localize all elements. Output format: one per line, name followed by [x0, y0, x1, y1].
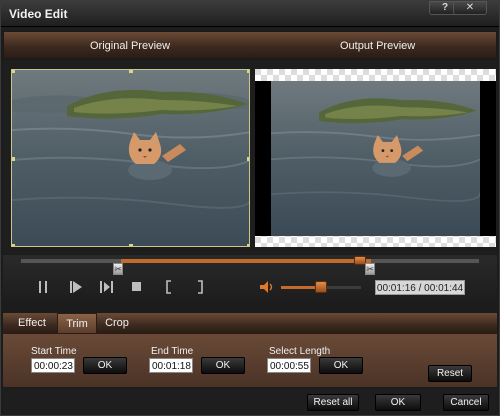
reset-all-button[interactable]: Reset all — [307, 394, 359, 411]
letterbox-bar — [480, 81, 496, 236]
tab-trim[interactable]: Trim — [57, 313, 97, 333]
output-preview-label: Output Preview — [340, 40, 416, 52]
end-time-ok-button[interactable]: OK — [201, 357, 245, 374]
start-time-field[interactable]: 00:00:23 — [31, 358, 75, 373]
trim-end-marker[interactable]: ✂ — [365, 263, 375, 275]
output-video-frame — [271, 81, 480, 236]
close-button[interactable]: ✕ — [453, 1, 487, 15]
trim-start-marker[interactable]: ✂ — [113, 263, 123, 275]
start-time-ok-button[interactable]: OK — [83, 357, 127, 374]
timeline-panel: ✂ ✂ 00:01:16 / 00:01:44 — [3, 255, 497, 305]
ok-button[interactable]: OK — [375, 394, 421, 411]
crop-handle[interactable] — [247, 244, 249, 246]
select-length-ok-button[interactable]: OK — [319, 357, 363, 374]
reset-button[interactable]: Reset — [428, 365, 472, 382]
volume-icon[interactable] — [259, 280, 275, 294]
original-preview-label: Original Preview — [90, 40, 171, 52]
letterbox-bar — [255, 81, 271, 236]
title-bar: Video Edit ? ✕ — [1, 1, 499, 27]
crop-handle[interactable] — [12, 244, 15, 246]
crop-handle[interactable] — [247, 157, 249, 161]
crop-handle[interactable] — [129, 70, 133, 73]
tab-crop[interactable]: Crop — [103, 313, 131, 333]
trim-panel: Start Time 00:00:23 OK End Time 00:01:18… — [3, 333, 497, 387]
crop-handle[interactable] — [12, 70, 15, 73]
stop-icon[interactable] — [131, 280, 143, 294]
footer-bar: Reset all OK Cancel — [3, 389, 497, 415]
tab-effect[interactable]: Effect — [17, 313, 47, 333]
preview-header: Original Preview Output Preview — [3, 31, 497, 59]
original-preview-pane[interactable] — [11, 69, 250, 247]
window-title: Video Edit — [9, 7, 68, 21]
right-bracket-icon[interactable] — [196, 280, 204, 294]
trim-selection — [121, 259, 371, 263]
play-icon[interactable] — [69, 280, 83, 294]
start-time-label: Start Time — [31, 346, 77, 357]
end-time-label: End Time — [151, 346, 194, 357]
next-frame-icon[interactable] — [99, 280, 115, 294]
preview-area — [3, 61, 497, 254]
end-time-field[interactable]: 00:01:18 — [149, 358, 193, 373]
crop-handle[interactable] — [12, 157, 15, 161]
select-length-label: Select Length — [269, 346, 331, 357]
original-video-frame — [12, 70, 249, 246]
output-preview-pane — [255, 69, 496, 247]
time-display: 00:01:16 / 00:01:44 — [375, 280, 465, 295]
volume-slider[interactable] — [315, 281, 327, 293]
edit-tabs: Effect Trim Crop — [3, 313, 497, 333]
video-edit-window: Video Edit ? ✕ Original Preview Output P… — [0, 0, 500, 416]
crop-handle[interactable] — [129, 244, 133, 246]
cancel-button[interactable]: Cancel — [443, 394, 489, 411]
timeline-track[interactable] — [21, 259, 479, 263]
crop-handle[interactable] — [247, 70, 249, 73]
select-length-field[interactable]: 00:00:55 — [267, 358, 311, 373]
pause-icon[interactable] — [37, 280, 49, 294]
left-bracket-icon[interactable] — [165, 280, 173, 294]
